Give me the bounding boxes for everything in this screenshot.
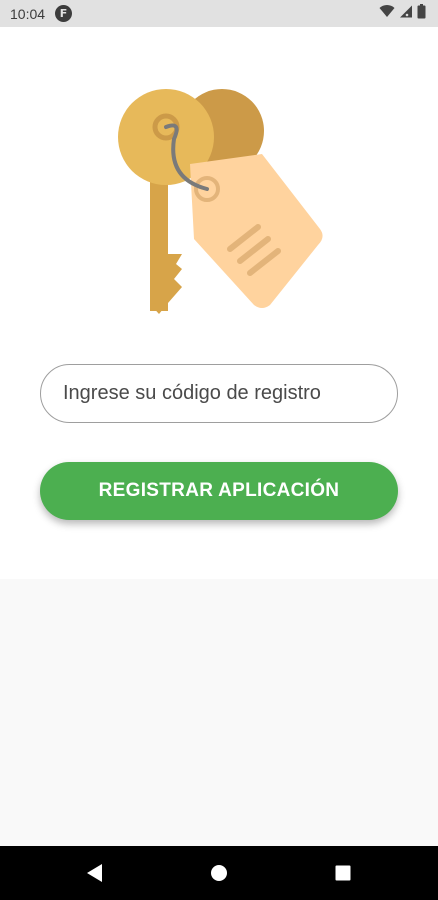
back-icon[interactable]	[83, 861, 107, 885]
status-icons	[379, 3, 426, 24]
status-bar: 10:04 F	[0, 0, 438, 27]
battery-icon	[417, 3, 426, 24]
wifi-icon	[379, 4, 395, 23]
navigation-bar	[0, 846, 438, 900]
recents-icon[interactable]	[331, 861, 355, 885]
status-left: 10:04 F	[10, 5, 73, 22]
register-app-button[interactable]: REGISTRAR APLICACIÓN	[40, 462, 398, 520]
home-icon[interactable]	[207, 861, 231, 885]
keys-with-tag-icon	[118, 89, 323, 314]
status-time: 10:04	[10, 5, 46, 22]
registration-screen: REGISTRAR APLICACIÓN	[0, 27, 438, 579]
registration-code-input[interactable]	[40, 364, 398, 423]
signal-icon	[399, 5, 413, 23]
flipboard-icon: F	[55, 5, 73, 22]
